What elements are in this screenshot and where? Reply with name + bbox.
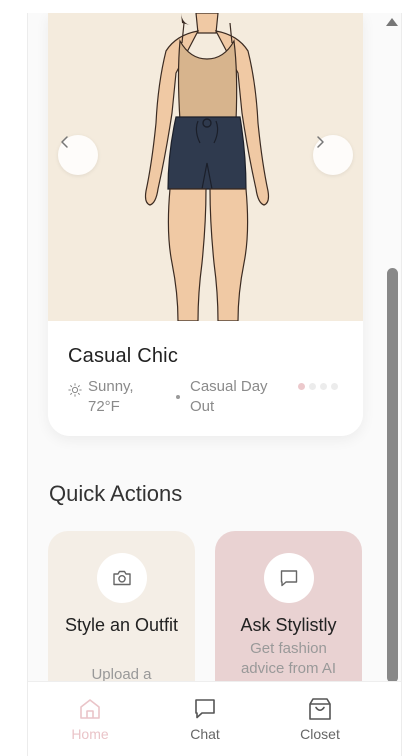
carousel-dot[interactable] xyxy=(298,383,305,390)
carousel-dot[interactable] xyxy=(320,383,327,390)
style-outfit-card[interactable]: Style an Outfit Upload a xyxy=(48,531,195,683)
chevron-right-icon xyxy=(317,136,324,148)
action-icon-circle xyxy=(97,553,147,603)
weather-info: Sunny, 72°F xyxy=(68,377,148,417)
occasion-info: Casual Day Out xyxy=(176,377,285,417)
shopping-bag-icon xyxy=(309,698,331,720)
nav-closet-label: Closet xyxy=(300,726,340,742)
separator-dot xyxy=(176,395,180,399)
quick-actions-title: Quick Actions xyxy=(49,481,183,506)
outfit-image xyxy=(48,13,363,321)
nav-home-label: Home xyxy=(71,726,109,742)
carousel-next-button[interactable] xyxy=(313,135,353,175)
carousel-dot[interactable] xyxy=(309,383,316,390)
scroll-up-arrow[interactable] xyxy=(386,18,398,26)
weather-text: Sunny, 72°F xyxy=(88,378,134,415)
ask-stylistly-description: Get fashion advice from AI xyxy=(240,640,337,677)
scrollbar-thumb[interactable] xyxy=(387,268,398,683)
occasion-text: Casual Day Out xyxy=(190,378,268,415)
carousel-indicators xyxy=(298,383,338,390)
nav-home[interactable]: Home xyxy=(50,696,130,742)
chevron-left-icon xyxy=(61,136,68,148)
chat-bubble-icon xyxy=(280,570,298,587)
nav-chat-label: Chat xyxy=(190,726,220,742)
camera-icon xyxy=(113,570,131,586)
chat-icon xyxy=(195,699,215,719)
outfit-card[interactable]: Casual Chic Sunny, 72°F Casual Day Out xyxy=(48,13,363,436)
outfit-illustration xyxy=(48,13,363,321)
carousel-dot[interactable] xyxy=(331,383,338,390)
home-icon xyxy=(80,699,100,719)
style-outfit-title: Style an Outfit xyxy=(64,615,179,635)
app-screen: Casual Chic Sunny, 72°F Casual Day Out Q… xyxy=(27,13,402,756)
scroll-content: Casual Chic Sunny, 72°F Casual Day Out Q… xyxy=(28,13,388,683)
outfit-info: Casual Chic Sunny, 72°F Casual Day Out xyxy=(48,321,363,436)
ask-stylistly-card[interactable]: Ask Stylistly Get fashion advice from AI xyxy=(215,531,362,683)
outfit-title: Casual Chic xyxy=(68,345,179,367)
sun-icon xyxy=(68,383,82,397)
bottom-nav: Home Chat Closet xyxy=(28,681,401,756)
nav-closet[interactable]: Closet xyxy=(280,696,360,742)
ask-stylistly-title: Ask Stylistly xyxy=(240,615,337,635)
carousel-prev-button[interactable] xyxy=(58,135,98,175)
nav-chat[interactable]: Chat xyxy=(165,696,245,742)
action-icon-circle xyxy=(264,553,314,603)
